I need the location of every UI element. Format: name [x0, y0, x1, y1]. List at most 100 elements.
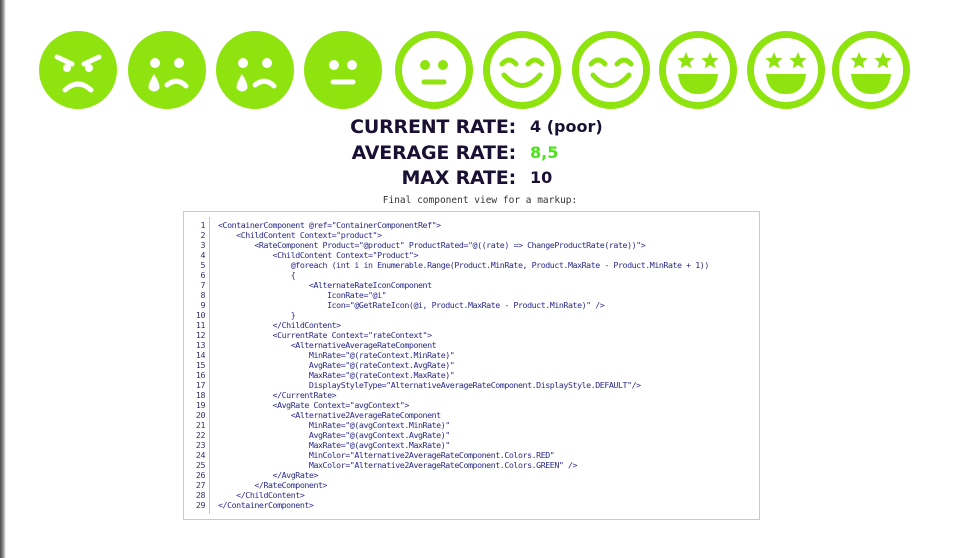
code-text: MaxColor="Alternative2AverageRateCompone…: [218, 460, 578, 470]
code-text: }: [218, 310, 296, 320]
line-number: 20: [195, 410, 206, 420]
code-lines: 1 <ContainerComponent @ref="ContainerComp…: [184, 220, 759, 510]
code-text: <AlternateRateIconComponent: [218, 280, 432, 290]
code-line: 29 </ContainerComponent>: [184, 500, 759, 510]
star-eyes-face-icon[interactable]: [746, 30, 826, 110]
average-rate-label: AVERAGE RATE:: [351, 142, 517, 164]
line-number: 10: [195, 310, 206, 320]
line-number: 15: [195, 360, 206, 370]
code-text: AvgRate="@(avgContext.AvgRate)": [218, 430, 450, 440]
average-rate-line: AVERAGE RATE: 8,5: [0, 140, 960, 166]
neutral-face-outline-icon[interactable]: [394, 30, 474, 110]
code-line: 23 MaxRate="@(avgContext.MaxRate)": [184, 440, 759, 450]
line-number: 17: [195, 380, 206, 390]
smiling-face-icon[interactable]: [571, 30, 651, 110]
code-line: 15 AvgRate="@(rateContext.AvgRate)": [184, 360, 759, 370]
line-number: 14: [195, 350, 206, 360]
code-line: 19 <AvgRate Context="avgContext">: [184, 400, 759, 410]
line-number: 29: [195, 500, 206, 510]
code-text: <AvgRate Context="avgContext">: [218, 400, 410, 410]
code-line: 4 <ChildContent Context="Product">: [184, 250, 759, 260]
code-text: MaxRate="@(avgContext.MaxRate)": [218, 440, 450, 450]
star-eyes-face-icon[interactable]: [658, 30, 738, 110]
code-text: Icon="@GetRateIcon(@i, Product.MaxRate -…: [218, 300, 605, 310]
neutral-face-icon[interactable]: [303, 30, 383, 110]
line-number: 28: [195, 490, 206, 500]
code-text: {: [218, 270, 296, 280]
code-line: 24 MinColor="Alternative2AverageRateComp…: [184, 450, 759, 460]
code-line: 21 MinRate="@(avgContext.MinRate)": [184, 420, 759, 430]
code-text: </RateComponent>: [218, 480, 328, 490]
code-text: </CurrentRate>: [218, 390, 337, 400]
code-line: 8 IconRate="@i": [184, 290, 759, 300]
code-text: MinRate="@(avgContext.MinRate)": [218, 420, 450, 430]
line-number: 21: [195, 420, 206, 430]
line-number: 23: [195, 440, 206, 450]
code-line: 20 <Alternative2AverageRateComponent: [184, 410, 759, 420]
markup-caption: Final component view for a markup:: [382, 195, 578, 206]
line-number: 22: [195, 430, 206, 440]
code-text: @foreach (int i in Enumerable.Range(Prod…: [218, 260, 710, 270]
angry-face-icon[interactable]: [38, 30, 118, 110]
code-line: 9 Icon="@GetRateIcon(@i, Product.MaxRate…: [184, 300, 759, 310]
window-edge-shadow: [0, 0, 6, 558]
code-text: DisplayStyleType="AlternativeAverageRate…: [218, 380, 641, 390]
code-line: 13 <AlternativeAverageRateComponent: [184, 340, 759, 350]
star-eyes-face-icon[interactable]: [831, 30, 911, 110]
line-number: 4: [200, 250, 205, 260]
smiling-face-icon[interactable]: [482, 30, 562, 110]
code-text: IconRate="@i": [218, 290, 387, 300]
current-rate-value: 4 (poor): [530, 117, 603, 136]
line-number: 24: [195, 450, 206, 460]
line-number: 27: [195, 480, 206, 490]
line-number: 12: [195, 330, 206, 340]
code-line: 28 </ChildContent>: [184, 490, 759, 500]
code-text: MinRate="@(rateContext.MinRate)": [218, 350, 455, 360]
line-number: 18: [195, 390, 206, 400]
code-line: 18 </CurrentRate>: [184, 390, 759, 400]
code-line: 25 MaxColor="Alternative2AverageRateComp…: [184, 460, 759, 470]
code-line: 22 AvgRate="@(avgContext.AvgRate)": [184, 430, 759, 440]
code-text: MaxRate="@(rateContext.MaxRate)": [218, 370, 455, 380]
code-line: 17 DisplayStyleType="AlternativeAverageR…: [184, 380, 759, 390]
line-number: 13: [195, 340, 206, 350]
code-line: 27 </RateComponent>: [184, 480, 759, 490]
code-text: <ChildContent Context="product">: [218, 230, 382, 240]
code-text: </AvgRate>: [218, 470, 319, 480]
code-text: <CurrentRate Context="rateContext">: [218, 330, 433, 340]
line-number: 7: [200, 280, 205, 290]
line-number: 26: [195, 470, 206, 480]
code-line: 2 <ChildContent Context="product">: [184, 230, 759, 240]
average-rate-value: 8,5: [530, 143, 559, 162]
rate-icons-row: [38, 30, 911, 110]
line-number: 8: [200, 290, 205, 300]
code-line: 5 @foreach (int i in Enumerable.Range(Pr…: [184, 260, 759, 270]
crying-face-icon[interactable]: [215, 30, 295, 110]
code-text: </ChildContent>: [218, 490, 305, 500]
code-block: 1 <ContainerComponent @ref="ContainerComp…: [183, 211, 760, 520]
current-rate-label: CURRENT RATE:: [350, 116, 516, 138]
code-text: AvgRate="@(rateContext.AvgRate)": [218, 360, 455, 370]
current-rate-line: CURRENT RATE: 4 (poor): [0, 114, 960, 140]
line-number: 6: [200, 270, 205, 280]
code-text: <RateComponent Product="@product" Produc…: [218, 240, 646, 250]
line-number: 19: [195, 400, 206, 410]
line-number: 5: [200, 260, 205, 270]
max-rate-label: MAX RATE:: [401, 167, 517, 189]
code-line: 16 MaxRate="@(rateContext.MaxRate)": [184, 370, 759, 380]
code-text: <ChildContent Context="Product">: [218, 250, 419, 260]
code-line: 14 MinRate="@(rateContext.MinRate)": [184, 350, 759, 360]
crying-face-icon[interactable]: [127, 30, 207, 110]
line-number: 11: [195, 320, 206, 330]
code-text: <AlternativeAverageRateComponent: [218, 340, 437, 350]
code-text: MinColor="Alternative2AverageRateCompone…: [218, 450, 555, 460]
line-number: 2: [200, 230, 205, 240]
line-number: 1: [200, 220, 205, 230]
code-line: 6 {: [184, 270, 759, 280]
line-number: 3: [200, 240, 205, 250]
code-line: 26 </AvgRate>: [184, 470, 759, 480]
code-line: 3 <RateComponent Product="@product" Prod…: [184, 240, 759, 250]
code-text: </ContainerComponent>: [218, 500, 314, 510]
line-number: 9: [200, 300, 205, 310]
code-line: 1 <ContainerComponent @ref="ContainerComp…: [184, 220, 759, 230]
